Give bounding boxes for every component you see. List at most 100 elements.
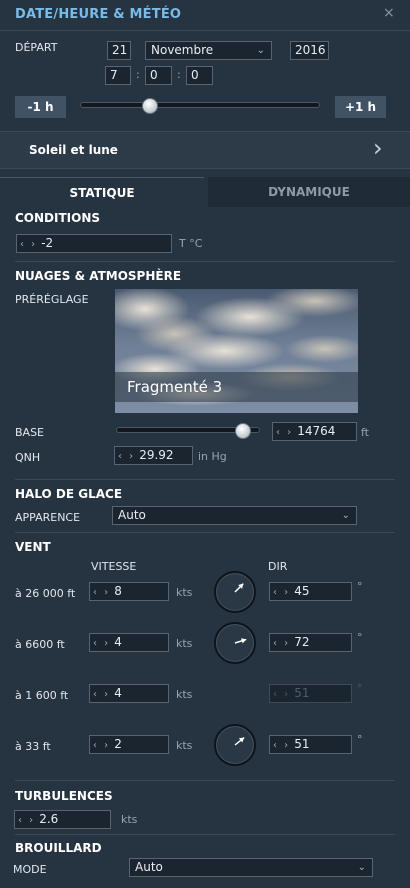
- mode-dropdown[interactable]: Auto ⌄: [129, 858, 373, 877]
- soleil-lune-row[interactable]: Soleil et lune ›: [0, 131, 410, 169]
- apparence-value: Auto: [118, 508, 146, 522]
- wind-speed-value: 2: [114, 737, 122, 751]
- depart-second-field[interactable]: 0: [186, 66, 213, 85]
- wind-speed-spinner[interactable]: ‹ › 4: [89, 684, 169, 703]
- vitesse-header: VITESSE: [91, 560, 137, 573]
- chevron-down-icon: ⌄: [341, 510, 350, 521]
- wind-speed-spinner[interactable]: ‹ › 4: [89, 633, 169, 652]
- wind-altitude-label: à 33 ft: [15, 740, 51, 753]
- wind-speed-unit: kts: [176, 586, 193, 599]
- wind-direction-unit: °: [357, 631, 363, 644]
- turbulences-title: TURBULENCES: [15, 789, 113, 803]
- wind-arrow-icon: [234, 638, 247, 644]
- plus-hour-button[interactable]: +1 h: [335, 96, 386, 118]
- spinner-arrows-icon[interactable]: ‹ ›: [270, 737, 294, 754]
- divider: [15, 261, 395, 262]
- base-label: BASE: [15, 426, 45, 439]
- divider: [15, 834, 395, 835]
- temperature-spinner[interactable]: ‹ › -2: [16, 234, 172, 253]
- wind-direction-value: 45: [294, 584, 310, 598]
- turbulence-value: 2.6: [39, 812, 59, 826]
- wind-speed-value: 4: [114, 635, 122, 649]
- wind-speed-value: 4: [114, 686, 122, 700]
- wind-arrow-icon: [234, 583, 244, 593]
- time-separator: :: [136, 68, 140, 81]
- mode-label: MODE: [13, 863, 47, 876]
- close-icon[interactable]: ×: [383, 5, 395, 21]
- dir-header: DIR: [268, 560, 288, 573]
- tab-statique[interactable]: STATIQUE: [0, 177, 204, 207]
- depart-label: DÉPART: [15, 41, 58, 54]
- depart-minute-field[interactable]: 0: [145, 66, 172, 85]
- wind-speed-unit: kts: [176, 688, 193, 701]
- turbulence-spinner[interactable]: ‹ › 2.6: [14, 810, 111, 829]
- chevron-down-icon: ⌄: [357, 862, 366, 873]
- depart-day-field[interactable]: 21: [107, 41, 131, 60]
- divider: [15, 532, 395, 533]
- window-title: DATE/HEURE & MÉTÉO: [15, 7, 182, 22]
- spinner-arrows-icon: ‹ ›: [273, 689, 291, 700]
- spinner-arrows-icon[interactable]: ‹ ›: [115, 448, 139, 465]
- chevron-down-icon: ⌄: [256, 45, 265, 56]
- wind-direction-dial[interactable]: [214, 571, 256, 613]
- base-spinner[interactable]: ‹ › 14764: [272, 422, 357, 441]
- wind-direction-spinner[interactable]: ‹ › 51: [269, 735, 352, 754]
- depart-month-dropdown[interactable]: Novembre ⌄: [145, 41, 272, 60]
- wind-direction-value: 51: [294, 737, 310, 751]
- base-unit: ft: [361, 426, 369, 439]
- mode-value: Auto: [135, 860, 163, 874]
- wind-speed-value: 8: [114, 584, 122, 598]
- wind-direction-spinner[interactable]: ‹ › 45: [269, 582, 352, 601]
- depart-year-field[interactable]: 2016: [290, 41, 329, 60]
- halo-title: HALO DE GLACE: [15, 487, 123, 501]
- depart-hour-field[interactable]: 7: [105, 66, 131, 85]
- spinner-arrows-icon[interactable]: ‹ ›: [90, 737, 114, 754]
- time-slider-knob[interactable]: [141, 98, 158, 114]
- spinner-arrows-icon[interactable]: ‹ ›: [90, 686, 114, 703]
- spinner-arrows-icon[interactable]: ‹ ›: [90, 584, 114, 601]
- wind-direction-dial[interactable]: [214, 724, 256, 766]
- preset-name: Fragmenté 3: [115, 372, 358, 402]
- wind-direction-unit: °: [357, 682, 363, 695]
- conditions-title: CONDITIONS: [15, 211, 101, 225]
- apparence-label: APPARENCE: [15, 511, 81, 524]
- wind-direction-spinner: ‹ › 51: [269, 684, 352, 703]
- nuages-title: NUAGES & ATMOSPHÈRE: [15, 269, 182, 283]
- wind-direction-unit: °: [357, 733, 363, 746]
- tab-dynamique[interactable]: DYNAMIQUE: [208, 177, 410, 207]
- spinner-arrows-icon[interactable]: ‹ ›: [17, 236, 41, 253]
- qnh-spinner[interactable]: ‹ › 29.92: [114, 446, 193, 465]
- temperature-unit: T °C: [179, 237, 203, 250]
- preset-label: PRÉRÉGLAGE: [15, 293, 89, 306]
- time-slider-track[interactable]: [80, 102, 320, 108]
- apparence-dropdown[interactable]: Auto ⌄: [112, 506, 357, 525]
- wind-direction-spinner[interactable]: ‹ › 72: [269, 633, 352, 652]
- spinner-arrows-icon[interactable]: ‹ ›: [270, 584, 294, 601]
- soleil-lune-label: Soleil et lune: [29, 143, 118, 157]
- wind-direction-value: 51: [294, 686, 310, 700]
- divider: [15, 479, 395, 480]
- base-value: 14764: [297, 424, 336, 438]
- spinner-arrows-icon[interactable]: ‹ ›: [15, 812, 39, 829]
- wind-speed-unit: kts: [176, 637, 193, 650]
- wind-direction-unit: °: [357, 580, 363, 593]
- spinner-arrows-icon[interactable]: ‹ ›: [270, 635, 294, 652]
- wind-altitude-label: à 1 600 ft: [15, 689, 69, 702]
- wind-altitude-label: à 6600 ft: [15, 638, 65, 651]
- depart-month-value: Novembre: [151, 43, 214, 57]
- turbulence-unit: kts: [121, 813, 138, 826]
- header-divider: [0, 30, 410, 31]
- spinner-arrows-icon[interactable]: ‹ ›: [90, 635, 114, 652]
- wind-speed-spinner[interactable]: ‹ › 2: [89, 735, 169, 754]
- wind-speed-unit: kts: [176, 739, 193, 752]
- minus-hour-button[interactable]: -1 h: [15, 96, 66, 118]
- temperature-value: -2: [41, 236, 54, 250]
- base-slider-knob[interactable]: [234, 423, 251, 439]
- wind-arrow-icon: [234, 737, 245, 746]
- spinner-arrows-icon[interactable]: ‹ ›: [273, 424, 297, 441]
- chevron-right-icon: ›: [373, 134, 383, 162]
- time-separator: :: [177, 68, 181, 81]
- wind-direction-dial[interactable]: [214, 622, 256, 664]
- cloud-preset-image[interactable]: Fragmenté 3: [115, 289, 358, 413]
- wind-speed-spinner[interactable]: ‹ › 8: [89, 582, 169, 601]
